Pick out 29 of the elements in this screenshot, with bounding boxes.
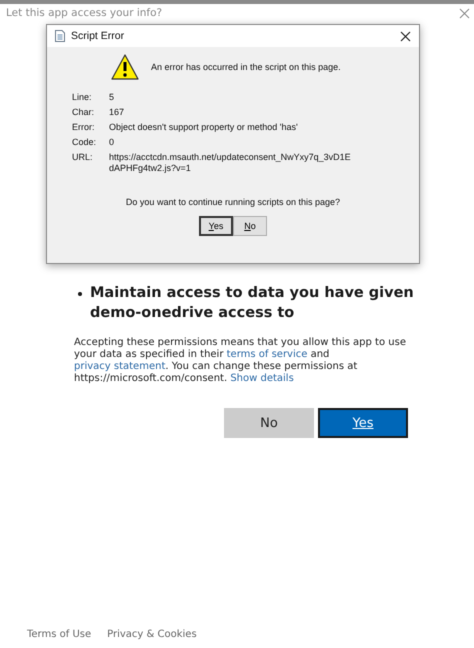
warning-icon [111, 54, 139, 80]
footer-link[interactable]: Terms of Use [27, 629, 92, 640]
decline-button[interactable]: No [224, 408, 314, 438]
terms-link[interactable]: terms of service [226, 349, 308, 360]
field-label: URL: [72, 152, 94, 164]
bullet-icon [78, 292, 82, 296]
accept-button[interactable]: Yes [318, 408, 408, 438]
field-label: Line: [72, 92, 93, 103]
document-icon [55, 30, 65, 42]
details-link[interactable]: Show details [230, 373, 294, 384]
field-value: 5 [109, 92, 116, 103]
question-text: Do you want to continue running scripts on this page? [124, 197, 342, 207]
privacy-link[interactable]: privacy statement [74, 361, 166, 372]
field-label: Error: [72, 122, 96, 133]
error-message: An error has occurred in the script on this page. [151, 62, 341, 72]
field-value: 0 [109, 137, 116, 148]
dialog-button[interactable]: No [233, 216, 267, 236]
field-value: 167 [109, 107, 126, 118]
page-title: Let this app access your info? [6, 7, 162, 19]
footer-link[interactable]: Privacy & Cookies [107, 629, 197, 640]
close-icon[interactable] [400, 30, 411, 42]
field-label: Code: [72, 137, 98, 148]
field-value: https://acctcdn.msauth.net/updateconsent_NwYxy7q_3vD1E dAPHFg4tw2.js?v=1 [109, 152, 349, 174]
permission-text: Maintain access to data you have given demo-onedrive access to [90, 284, 415, 323]
dialog-button[interactable]: Yes [199, 216, 233, 236]
field-value: Object doesn't support property or method 'has' [109, 122, 299, 133]
dialog-title: Script Error [71, 30, 126, 42]
field-label: Char: [72, 107, 96, 118]
consent-text: Accepting these permissions means that you allow this app to use your data as specified in their terms of service and privacy statement. You can change these permissions at https://microsoft.com/consent. Show details [74, 337, 407, 385]
